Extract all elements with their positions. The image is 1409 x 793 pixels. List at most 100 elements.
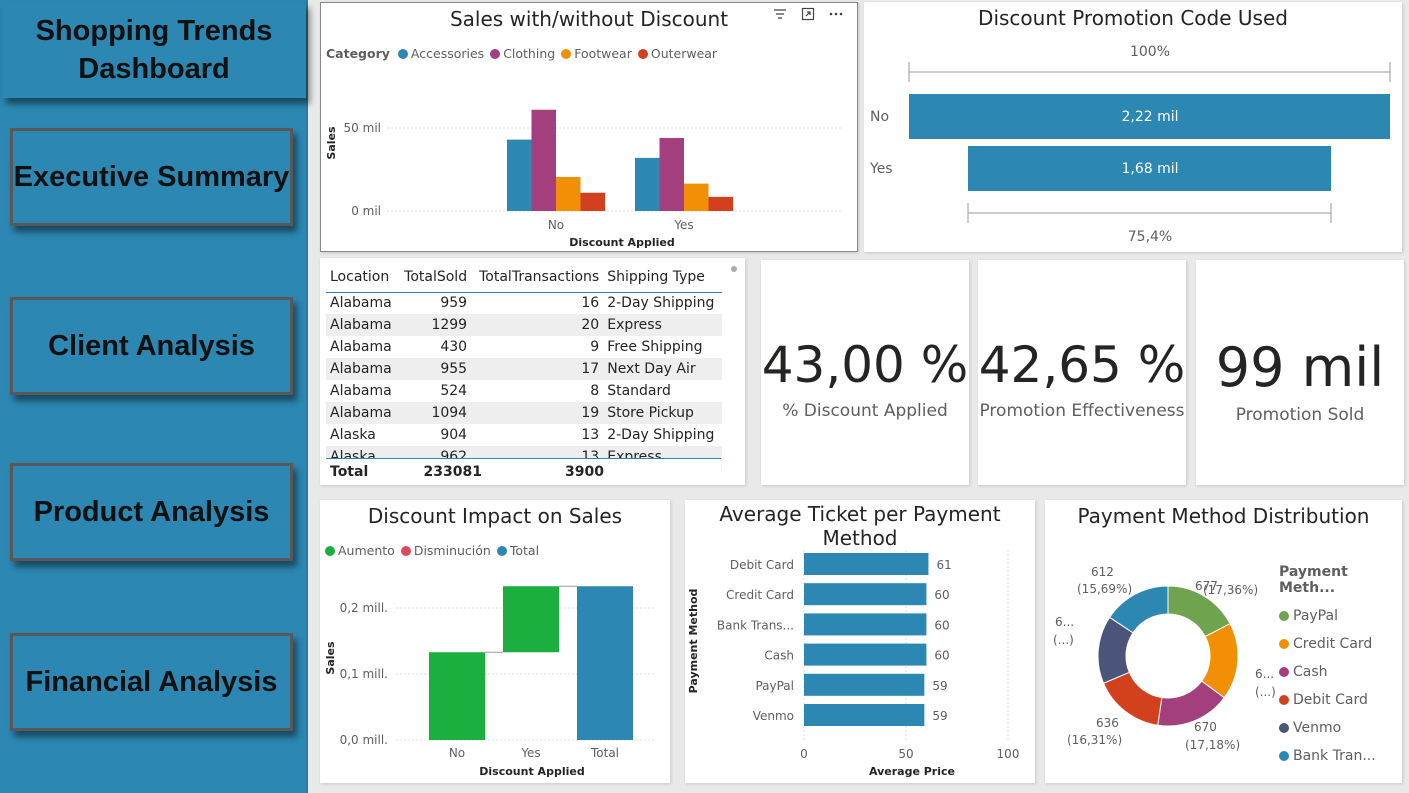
bar-credit-card: [804, 583, 927, 606]
x-axis-label: Average Price: [869, 765, 955, 778]
column-header[interactable]: TotalSold: [398, 262, 471, 292]
table-cell: Next Day Air: [607, 361, 696, 377]
table-cell: 20: [581, 317, 600, 333]
table-cell: 13: [581, 427, 600, 443]
x-tick-label: No: [548, 218, 564, 232]
table-cell: 16: [581, 295, 600, 312]
table-cell: Free Shipping: [607, 339, 703, 355]
x-tick-label: No: [449, 746, 465, 760]
bar-paypal: [804, 673, 925, 696]
nav-product-analysis-button[interactable]: Product Analysis: [10, 463, 293, 561]
bar-accessories-no: [507, 139, 532, 211]
y-tick-label: Debit Card: [730, 558, 794, 572]
funnel-label-no: No: [870, 109, 889, 125]
table-row[interactable]: Alabama 430 9 Free Shipping: [326, 336, 722, 358]
legend-item[interactable]: Cash: [1279, 658, 1402, 686]
y-tick-label: 0 mil: [351, 204, 381, 218]
nav-executive-summary-button[interactable]: Executive Summary: [10, 128, 293, 226]
bar-value-label: 59: [932, 709, 947, 723]
slice-label: (...): [1053, 633, 1074, 647]
bar-cash: [804, 643, 927, 666]
table-scrollbar[interactable]: [731, 266, 737, 272]
table-cell: 524: [440, 383, 468, 399]
bar-footwear-no: [556, 176, 581, 211]
legend-item[interactable]: PayPal: [1279, 602, 1402, 630]
y-tick-label: Venmo: [753, 709, 794, 723]
avg-ticket-card[interactable]: Average Ticket per Payment Method 0 50 1…: [685, 500, 1035, 783]
legend-item[interactable]: Debit Card: [1279, 686, 1402, 714]
table-row[interactable]: Alabama 524 8 Standard: [326, 380, 722, 402]
sales-chart: 0 mil 50 mil Sales Discount Applied No Ye…: [325, 109, 841, 249]
discount-impact-card[interactable]: Discount Impact on Sales Aumento Disminu…: [320, 500, 670, 783]
table-cell: 19: [581, 405, 600, 421]
y-tick-label: Bank Trans...: [717, 618, 794, 632]
sales-discount-card[interactable]: Sales with/without Discount Category Acc…: [320, 2, 858, 252]
table-row[interactable]: Alabama 955 17 Next Day Air: [326, 358, 722, 380]
y-tick-label: 0,1 mill.: [340, 667, 388, 681]
table-cell: Alabama: [330, 361, 392, 377]
top-percent-label: 100%: [1130, 44, 1170, 60]
distribution-legend: Payment Meth... PayPal Credit Card Cash …: [1279, 564, 1402, 770]
table-cell: Store Pickup: [607, 405, 694, 421]
table-header-row: Location TotalSold TotalTransactions Shi…: [326, 262, 722, 292]
table-cell: 1094: [431, 405, 468, 421]
legend-label: Bank Tran...: [1293, 748, 1376, 764]
table-row[interactable]: Alabama 1299 20 Express: [326, 314, 722, 336]
sales-table-card[interactable]: Location TotalSold TotalTransactions Shi…: [320, 258, 745, 485]
legend-label: Cash: [1293, 664, 1328, 680]
total-label: Total: [330, 464, 369, 480]
bar-clothing-yes: [659, 137, 684, 211]
waterfall-bar-no: [429, 652, 485, 740]
nav-client-analysis-button[interactable]: Client Analysis: [10, 297, 293, 395]
bottom-percent-label: 75,4%: [1128, 229, 1172, 245]
bar-value-label: 60: [934, 649, 949, 663]
table-cell: Alabama: [330, 317, 392, 333]
bar-value-label: 60: [934, 618, 949, 632]
table-cell: Alabama: [330, 295, 392, 312]
table-row[interactable]: Alabama 1094 19 Store Pickup: [326, 402, 722, 424]
discount-impact-chart: 0,0 mill. 0,1 mill. 0,2 mill. Sales Disc…: [324, 585, 655, 778]
table-cell: 904: [440, 427, 468, 443]
slice-label: 636: [1096, 716, 1119, 730]
y-tick-label: 50 mil: [344, 121, 381, 135]
table-cell: 9: [590, 339, 600, 355]
avg-ticket-chart: 0 50 100 Payment Method Average Price De…: [687, 550, 1019, 778]
waterfall-bar-total: [577, 586, 633, 740]
bar-value-label: 60: [934, 588, 949, 602]
sidebar: Shopping Trends Dashboard Executive Summa…: [0, 0, 308, 793]
table-cell: Alabama: [330, 339, 392, 355]
funnel-bar-yes-value: 1,68 mil: [1121, 161, 1178, 177]
table-cell: 955: [440, 361, 468, 377]
nav-financial-analysis-button[interactable]: Financial Analysis: [10, 633, 293, 731]
total-sold: 233081: [423, 464, 482, 480]
bar-value-label: 61: [936, 558, 951, 572]
x-tick-label: Total: [590, 746, 619, 760]
table-row[interactable]: Alabama 959 16 2-Day Shipping: [326, 292, 722, 314]
x-tick-label: Yes: [520, 746, 540, 760]
column-header[interactable]: Shipping Type: [603, 262, 722, 292]
legend-label: PayPal: [1293, 608, 1338, 624]
waterfall-bar-yes: [503, 586, 559, 653]
promo-code-card[interactable]: Discount Promotion Code Used 100% 2,22 m…: [864, 2, 1402, 252]
bar-outerwear-yes: [708, 196, 733, 211]
payment-distribution-card[interactable]: Payment Method Distribution 677 (17,36%)…: [1045, 500, 1402, 783]
legend-item[interactable]: Venmo: [1279, 714, 1402, 742]
slice-label: (17,18%): [1185, 738, 1240, 752]
y-axis-label: Sales: [324, 641, 337, 675]
column-header[interactable]: TotalTransactions: [471, 262, 603, 292]
x-tick-label: 50: [898, 747, 913, 761]
column-header[interactable]: Location: [326, 262, 398, 292]
table-row[interactable]: Alaska 904 13 2-Day Shipping: [326, 424, 722, 446]
legend-label: Venmo: [1293, 720, 1342, 736]
x-axis-label: Discount Applied: [569, 236, 674, 249]
title-line-1: Shopping Trends: [35, 15, 273, 47]
title-line-2: Dashboard: [78, 53, 230, 85]
table-total-row: Total 233081 3900: [326, 458, 721, 485]
legend-label: Credit Card: [1293, 636, 1373, 652]
kpi-label: Promotion Effectiveness: [979, 401, 1185, 421]
legend-item[interactable]: Bank Tran...: [1279, 742, 1402, 770]
table-cell: Standard: [607, 383, 671, 399]
funnel-bar-no-value: 2,22 mil: [1121, 109, 1178, 125]
bar-value-label: 59: [932, 679, 947, 693]
legend-item[interactable]: Credit Card: [1279, 630, 1402, 658]
